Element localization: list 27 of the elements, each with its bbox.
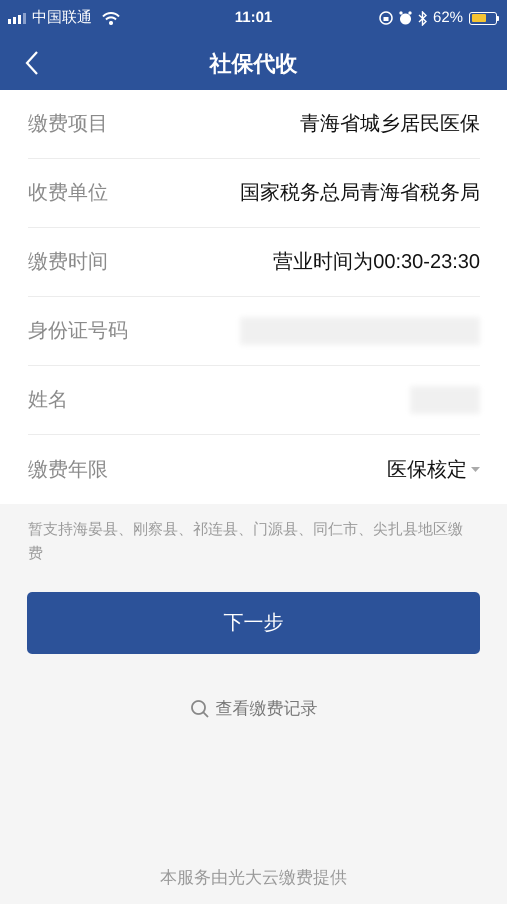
- field-label: 姓名: [28, 388, 68, 413]
- battery-percent: 62%: [432, 8, 464, 28]
- field-label: 缴费年限: [28, 458, 108, 482]
- bluetooth-icon: [418, 10, 427, 26]
- field-label: 收费单位: [28, 181, 108, 206]
- caret-icon: [471, 466, 480, 472]
- rotation-lock-icon: [378, 11, 393, 25]
- region-note: 暂支持海晏县、刚察县、祁连县、门源县、同仁市、尖扎县地区缴费: [27, 520, 464, 564]
- search-icon: [190, 698, 210, 719]
- battery-icon: [469, 12, 500, 24]
- field-label: 缴费时间: [28, 250, 108, 275]
- payment-records-link[interactable]: 查看缴费记录: [190, 696, 318, 722]
- page-title: 社保代收: [210, 50, 298, 78]
- carrier-name: 中国联通: [32, 8, 92, 28]
- field-value: 国家税务总局青海省税务局: [240, 181, 480, 206]
- term-dropdown[interactable]: 医保核定: [387, 454, 480, 484]
- next-button[interactable]: 下一步: [27, 592, 480, 654]
- field-value: 青海省城乡居民医保: [300, 112, 480, 137]
- signal-icon: [8, 12, 28, 24]
- field-label: 身份证号码: [28, 319, 128, 344]
- back-chevron-icon: [25, 50, 39, 76]
- provider-footer: 本服务由光大云缴费提供: [160, 864, 347, 890]
- field-value: 营业时间为00:30-23:30: [273, 250, 480, 275]
- alarm-icon: [398, 11, 412, 25]
- wifi-icon: [102, 12, 120, 24]
- field-label: 缴费项目: [28, 112, 108, 137]
- clock-time: 11:01: [234, 8, 272, 28]
